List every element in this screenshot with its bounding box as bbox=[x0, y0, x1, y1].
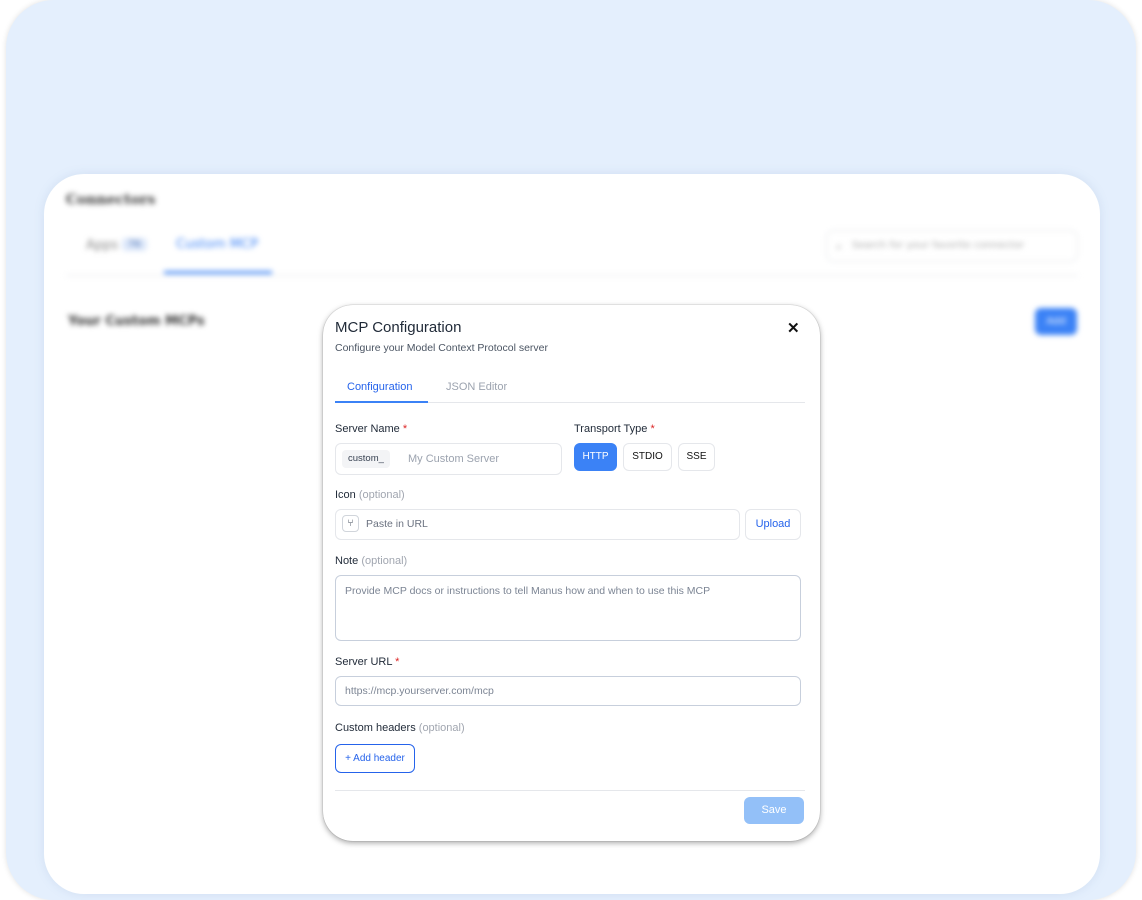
footer-divider bbox=[335, 790, 805, 791]
add-button[interactable]: Add bbox=[1035, 308, 1077, 335]
search-placeholder: Search for your favorite connector bbox=[852, 240, 1025, 251]
dialog-title: MCP Configuration bbox=[335, 319, 462, 336]
server-name-prefix: custom_ bbox=[342, 450, 390, 468]
required-marker: * bbox=[650, 423, 655, 435]
optional-marker: (optional) bbox=[361, 555, 408, 567]
server-name-label: Server Name * bbox=[335, 423, 407, 435]
server-name-placeholder: My Custom Server bbox=[408, 453, 500, 465]
mcp-configuration-dialog: MCP Configuration Configure your Model C… bbox=[323, 305, 820, 841]
server-url-label: Server URL * bbox=[335, 656, 399, 668]
tabs-divider bbox=[66, 275, 1078, 276]
active-tab-indicator bbox=[335, 401, 428, 403]
custom-headers-label-text: Custom headers bbox=[335, 722, 416, 734]
tab-json-editor[interactable]: JSON Editor bbox=[446, 381, 507, 393]
note-label: Note (optional) bbox=[335, 555, 407, 567]
custom-headers-label: Custom headers (optional) bbox=[335, 722, 465, 734]
icon-url-placeholder: Paste in URL bbox=[366, 518, 428, 530]
transport-http-button[interactable]: HTTP bbox=[574, 443, 617, 471]
git-branch-icon: ⑂ bbox=[342, 515, 359, 532]
transport-type-label: Transport Type * bbox=[574, 423, 655, 435]
page-title: Connectors bbox=[66, 192, 156, 208]
close-icon[interactable]: ✕ bbox=[787, 319, 800, 337]
dialog-subtitle: Configure your Model Context Protocol se… bbox=[335, 342, 549, 354]
note-label-text: Note bbox=[335, 555, 359, 567]
transport-stdio-button[interactable]: STDIO bbox=[623, 443, 672, 471]
server-url-label-text: Server URL bbox=[335, 656, 393, 668]
add-header-button[interactable]: + Add header bbox=[335, 744, 415, 773]
optional-marker: (optional) bbox=[358, 489, 405, 501]
section-title: Your Custom MCPs bbox=[68, 314, 205, 329]
server-url-placeholder: https://mcp.yourserver.com/mcp bbox=[345, 685, 494, 697]
tab-custom-mcp[interactable]: Custom MCP bbox=[176, 237, 258, 252]
icon-label-text: Icon bbox=[335, 489, 356, 501]
server-name-label-text: Server Name bbox=[335, 423, 400, 435]
upload-button[interactable]: Upload bbox=[745, 509, 801, 540]
tab-apps[interactable]: Apps bbox=[86, 238, 118, 253]
transport-type-label-text: Transport Type bbox=[574, 423, 648, 435]
required-marker: * bbox=[395, 656, 400, 668]
optional-marker: (optional) bbox=[418, 722, 465, 734]
transport-sse-button[interactable]: SSE bbox=[678, 443, 715, 471]
tab-configuration[interactable]: Configuration bbox=[347, 381, 412, 393]
icon-label: Icon (optional) bbox=[335, 489, 405, 501]
required-marker: * bbox=[402, 423, 408, 435]
search-icon: ⌕ bbox=[836, 240, 843, 253]
apps-count-badge: 76 bbox=[122, 238, 147, 251]
active-tab-indicator bbox=[164, 271, 272, 274]
note-placeholder: Provide MCP docs or instructions to tell… bbox=[345, 585, 711, 597]
save-button[interactable]: Save bbox=[744, 797, 804, 824]
